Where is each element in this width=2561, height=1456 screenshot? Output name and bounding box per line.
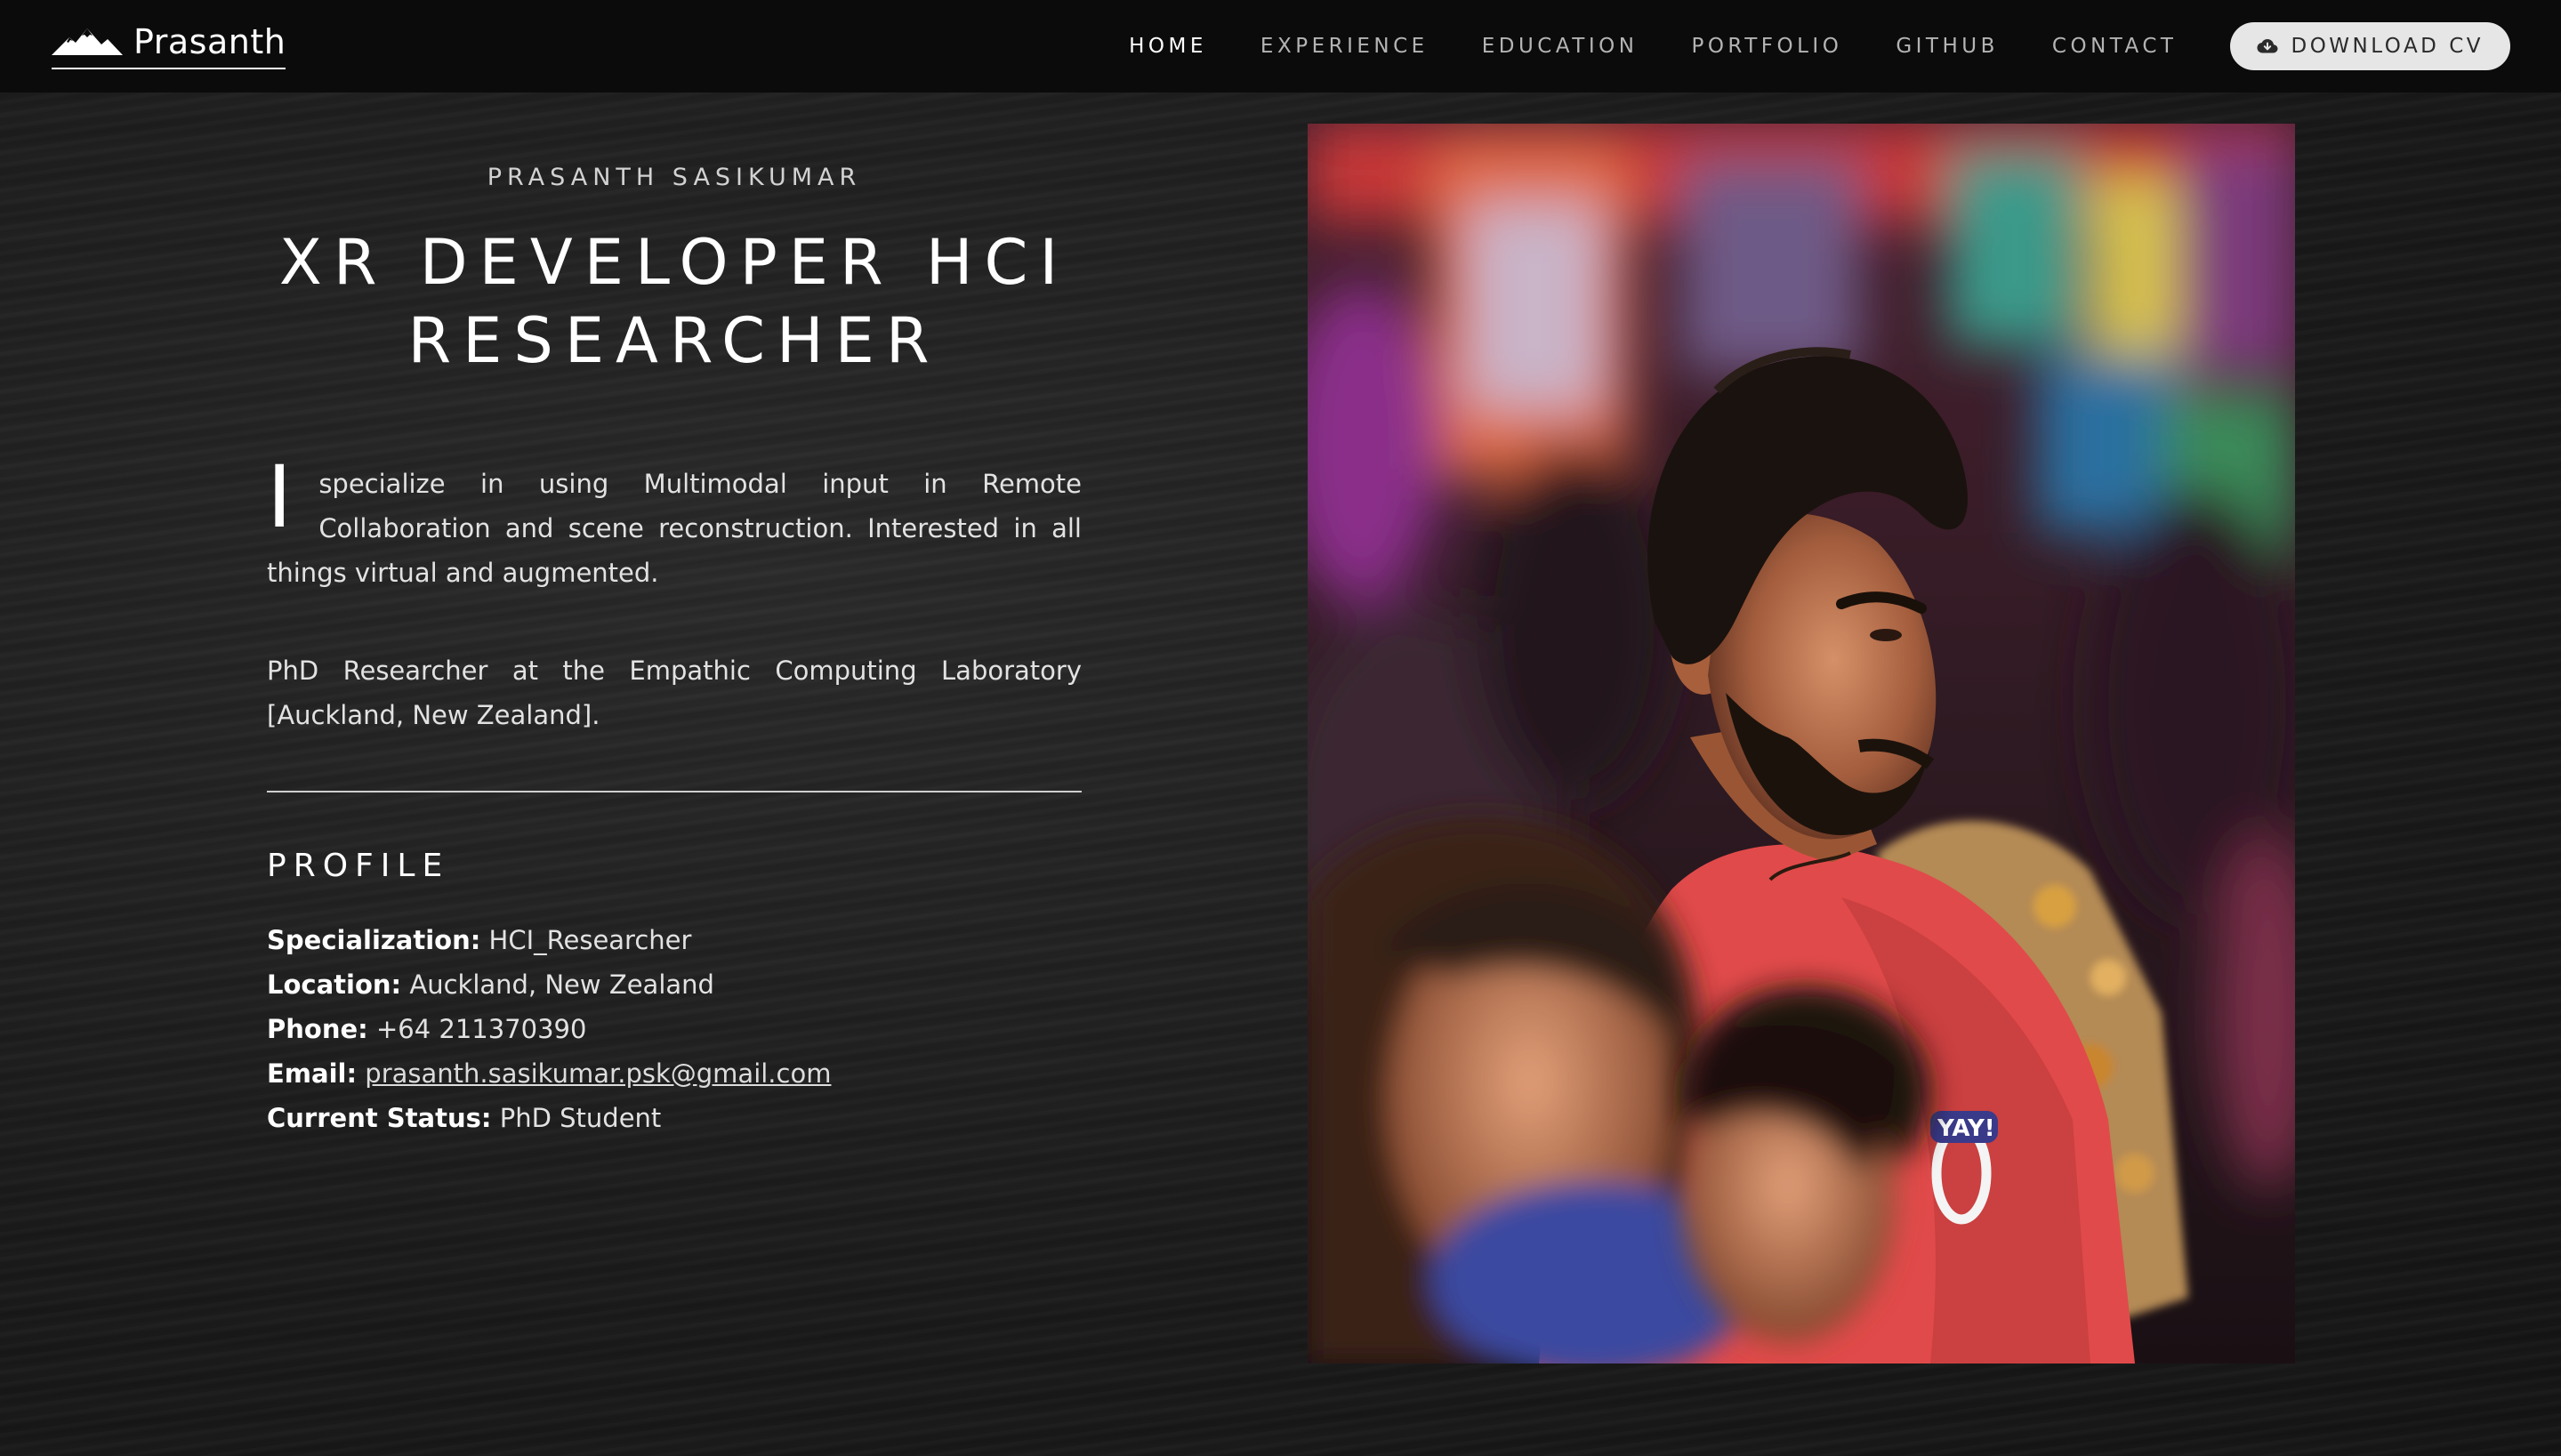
- intro-text: specialize in using Multimodal input in …: [267, 469, 1082, 588]
- brand-name: Prasanth: [133, 22, 286, 61]
- nav-home[interactable]: HOME: [1129, 35, 1207, 58]
- role-title-line-1: XR DEVELOPER HCI: [278, 226, 1070, 299]
- profile-value: Auckland, New Zealand: [409, 969, 714, 1000]
- affiliation-paragraph: PhD Researcher at the Empathic Computing…: [267, 656, 1082, 730]
- profile-value: PhD Student: [499, 1103, 662, 1133]
- profile-list: Specialization: HCI_Researcher Location:…: [267, 918, 1082, 1140]
- nav-experience[interactable]: EXPERIENCE: [1260, 35, 1429, 58]
- role-title-line-2: RESEARCHER: [407, 304, 941, 377]
- profile-value: +64 211370390: [375, 1014, 587, 1044]
- nav-contact[interactable]: CONTACT: [2052, 35, 2178, 58]
- profile-label: Location:: [267, 969, 402, 1000]
- section-divider: [267, 791, 1082, 792]
- role-title: XR DEVELOPER HCI RESEARCHER: [267, 223, 1082, 380]
- email-link[interactable]: prasanth.sasikumar.psk@gmail.com: [365, 1058, 831, 1089]
- profile-photo: YAY!: [1308, 124, 2295, 1363]
- profile-row-specialization: Specialization: HCI_Researcher: [267, 918, 1082, 962]
- download-cv-label: DOWNLOAD CV: [2291, 35, 2484, 58]
- top-navbar: Prasanth HOME EXPERIENCE EDUCATION PORTF…: [0, 0, 2561, 93]
- profile-heading: PROFILE: [267, 848, 450, 884]
- cloud-download-icon: [2257, 39, 2278, 53]
- person-name: PRASANTH SASIKUMAR: [487, 164, 862, 191]
- profile-row-status: Current Status: PhD Student: [267, 1096, 1082, 1140]
- nav-github[interactable]: GITHUB: [1896, 35, 1999, 58]
- brand-logo-link[interactable]: Prasanth: [52, 20, 286, 69]
- download-cv-button[interactable]: DOWNLOAD CV: [2230, 22, 2510, 70]
- intro-paragraph: Ispecialize in using Multimodal input in…: [267, 447, 1082, 595]
- nav-portfolio[interactable]: PORTFOLIO: [1691, 35, 1842, 58]
- profile-label: Email:: [267, 1058, 358, 1089]
- profile-label: Specialization:: [267, 925, 481, 955]
- profile-label: Phone:: [267, 1014, 368, 1044]
- nav-education[interactable]: EDUCATION: [1482, 35, 1639, 58]
- profile-row-phone: Phone: +64 211370390: [267, 1007, 1082, 1051]
- mountain-icon: [52, 28, 123, 55]
- profile-value: HCI_Researcher: [488, 925, 692, 955]
- profile-row-location: Location: Auckland, New Zealand: [267, 962, 1082, 1007]
- main-nav: HOME EXPERIENCE EDUCATION PORTFOLIO GITH…: [1129, 0, 2561, 93]
- profile-label: Current Status:: [267, 1103, 492, 1133]
- profile-row-email: Email: prasanth.sasikumar.psk@gmail.com: [267, 1051, 1082, 1096]
- intro-dropcap: I: [267, 447, 293, 547]
- svg-text:YAY!: YAY!: [1937, 1115, 1995, 1142]
- hero-content: PRASANTH SASIKUMAR XR DEVELOPER HCI RESE…: [267, 93, 1082, 1140]
